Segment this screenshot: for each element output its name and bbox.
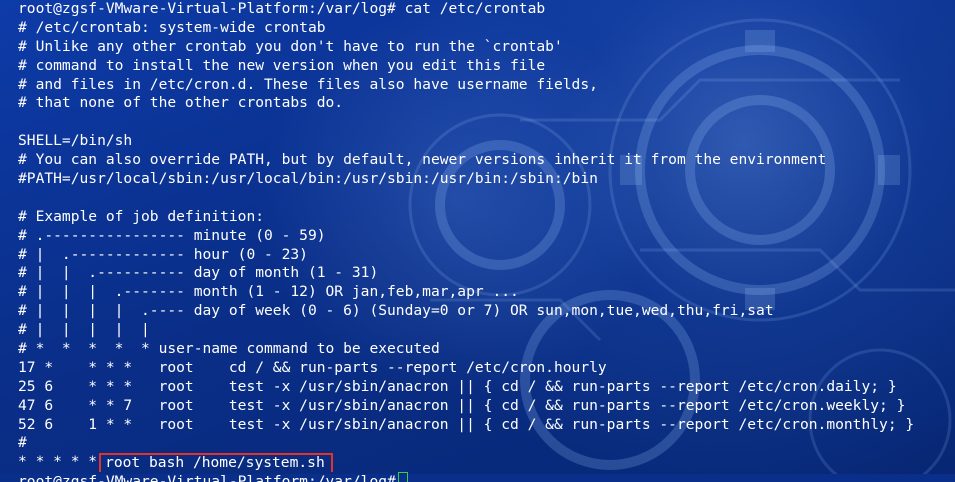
shell-setting-line: SHELL=/bin/sh xyxy=(18,132,133,150)
path-setting-line: #PATH=/usr/local/sbin:/usr/local/bin:/us… xyxy=(18,170,598,188)
crontab-comment-line: # Unlike any other crontab you don't hav… xyxy=(18,37,563,55)
crontab-comment-line: # /etc/crontab: system-wide crontab xyxy=(18,18,326,36)
suspicious-cron-entry: * * * * * root bash /home/system.sh xyxy=(18,453,955,473)
highlighted-cron-command: root bash /home/system.sh xyxy=(99,453,333,473)
cron-job-entry: 52 6 1 * * root test -x /usr/sbin/anacro… xyxy=(18,415,915,433)
cron-job-entry: 17 * * * * root cd / && run-parts --repo… xyxy=(18,358,607,376)
crontab-comment-line: # and files in /etc/cron.d. These files … xyxy=(18,75,598,93)
crontab-comment-line: # | | | .------- month (1 - 12) OR jan,f… xyxy=(18,283,519,301)
crontab-comment-line: # | .------------- hour (0 - 23) xyxy=(18,245,308,263)
cron-job-entry: 25 6 * * * root test -x /usr/sbin/anacro… xyxy=(18,377,897,395)
crontab-comment-line: # .---------------- minute (0 - 59) xyxy=(18,226,326,244)
cron-command-text: root bash /home/system.sh xyxy=(105,454,325,472)
prompt-text: root@zgsf-VMware-Virtual-Platform:/var/l… xyxy=(18,473,396,482)
crontab-comment-line: # * * * * * user-name command to be exec… xyxy=(18,340,440,358)
crontab-comment-line: # that none of the other crontabs do. xyxy=(18,94,344,112)
crontab-comment-line: # command to install the new version whe… xyxy=(18,56,546,74)
command-prompt-line: root@zgsf-VMware-Virtual-Platform:/var/l… xyxy=(18,0,546,17)
crontab-comment-line: # You can also override PATH, but by def… xyxy=(18,151,827,169)
cron-job-entry: 47 6 * * 7 root test -x /usr/sbin/anacro… xyxy=(18,396,906,414)
crontab-comment-line: # Example of job definition: xyxy=(18,207,265,225)
crontab-comment-line: # | | | | .---- day of week (0 - 6) (Sun… xyxy=(18,302,774,320)
crontab-comment-line: # | | | | | xyxy=(18,321,150,339)
crontab-comment-line: # | | .---------- day of month (1 - 31) xyxy=(18,264,379,282)
cron-schedule-text: * * * * * xyxy=(18,453,98,471)
terminal-output[interactable]: root@zgsf-VMware-Virtual-Platform:/var/l… xyxy=(0,0,955,482)
crontab-comment-line: # xyxy=(18,434,27,452)
